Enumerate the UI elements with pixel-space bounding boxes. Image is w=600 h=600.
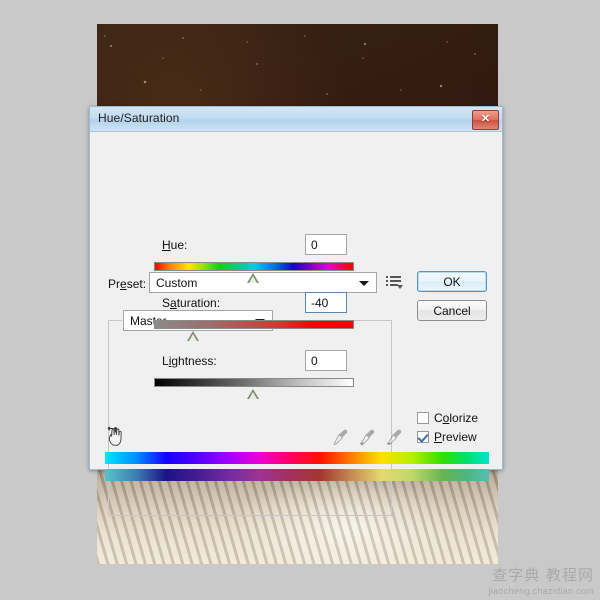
hue-input[interactable]: 0	[305, 234, 347, 255]
saturation-label: Saturation:	[162, 296, 220, 310]
on-image-adjustment-hand-icon[interactable]	[105, 425, 127, 447]
hue-slider-track[interactable]	[154, 262, 354, 271]
watermark-cn: 查字典 教程网	[492, 566, 594, 584]
lightness-label-suffix: ghtness:	[171, 354, 217, 368]
hue-saturation-dialog: Hue/Saturation ✕ Preset: Custom OK Cance…	[89, 106, 503, 516]
preset-label-accel: e	[120, 277, 127, 291]
eyedropper-icon[interactable]	[330, 427, 350, 447]
colorize-label-prefix: C	[434, 411, 443, 425]
preview-label-suffix: review	[442, 430, 477, 444]
saturation-slider-thumb[interactable]	[187, 331, 200, 341]
hue-slider-thumb[interactable]	[247, 273, 260, 283]
colorize-label-suffix: lorize	[449, 411, 479, 425]
lightness-label: Lightness:	[162, 354, 217, 368]
screen: Hue/Saturation ✕ Preset: Custom OK Cance…	[0, 0, 600, 600]
lightness-value: 0	[311, 354, 318, 368]
preset-options-icon[interactable]	[386, 274, 403, 290]
preset-label-suffix: set:	[126, 277, 147, 291]
colorize-checkbox[interactable]	[417, 412, 429, 424]
lightness-input[interactable]: 0	[305, 350, 347, 371]
saturation-value: -40	[311, 296, 329, 310]
preset-dropdown[interactable]: Custom	[149, 272, 377, 293]
hue-value: 0	[311, 238, 318, 252]
saturation-input[interactable]: -40	[305, 292, 347, 313]
watermark: 查字典 教程网 jiaocheng.chazidian.com	[489, 564, 594, 596]
preset-label-prefix: Pr	[108, 277, 120, 291]
preset-label: Preset:	[108, 277, 146, 291]
lightness-slider-thumb[interactable]	[247, 389, 260, 399]
source-hue-spectrum	[105, 452, 489, 464]
colorize-label: Colorize	[434, 411, 478, 425]
checkmark-icon	[417, 431, 429, 443]
lightness-label-prefix: L	[162, 354, 169, 368]
saturation-label-accel: a	[170, 296, 177, 310]
dialog-titlebar[interactable]: Hue/Saturation ✕	[90, 107, 502, 132]
cancel-button[interactable]: Cancel	[417, 300, 487, 321]
close-icon: ✕	[480, 113, 491, 125]
preview-label: Preview	[434, 430, 477, 444]
dialog-body: Preset: Custom OK Cancel Master Hue: 0 S…	[90, 132, 502, 516]
eyedropper-minus-icon[interactable]	[384, 427, 404, 447]
lightness-slider-track[interactable]	[154, 378, 354, 387]
ok-button[interactable]: OK	[417, 271, 487, 292]
watermark-url: jiaocheng.chazidian.com	[488, 586, 594, 596]
result-hue-spectrum	[105, 469, 489, 481]
eyedropper-plus-icon[interactable]	[357, 427, 377, 447]
hue-label: Hue:	[162, 238, 187, 252]
preview-label-accel: P	[434, 430, 443, 444]
close-button[interactable]: ✕	[472, 110, 499, 130]
dialog-title: Hue/Saturation	[98, 111, 180, 125]
chevron-down-icon	[359, 280, 369, 286]
adjustment-group-panel	[108, 320, 392, 516]
preset-value: Custom	[156, 276, 198, 290]
saturation-label-suffix: turation:	[176, 296, 221, 310]
saturation-label-prefix: S	[162, 296, 171, 310]
saturation-slider-track[interactable]	[154, 320, 354, 329]
preview-checkbox[interactable]	[417, 431, 429, 443]
hue-label-accel: H	[162, 238, 171, 252]
hue-label-suffix: ue:	[170, 238, 188, 252]
